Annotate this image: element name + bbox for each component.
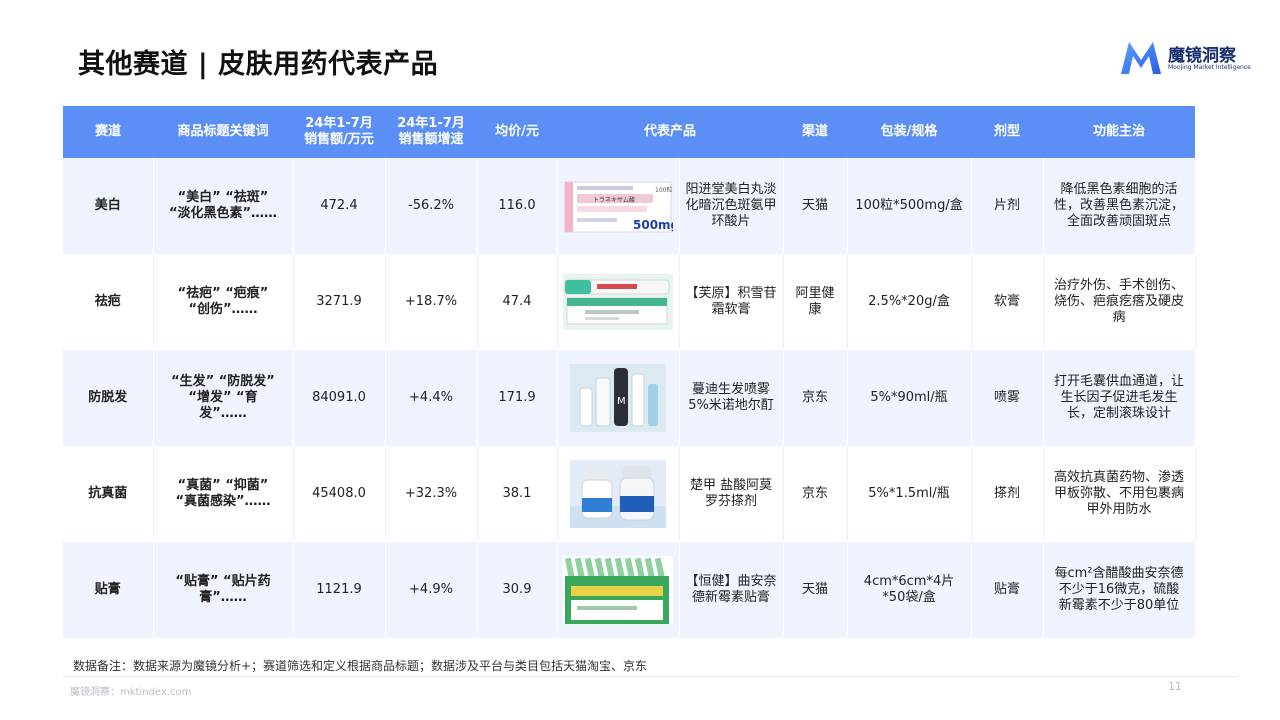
form-cell: 搽剂 <box>971 446 1044 542</box>
package-cell: 2.5%*20g/盒 <box>847 254 972 350</box>
function-cell: 每cm²含醋酸曲安奈德不少于16微克，硫酸新霉素不少于80单位 <box>1043 542 1196 638</box>
header-keywords: 商品标题关键词 <box>153 106 293 158</box>
price-cell: 30.9 <box>477 542 558 638</box>
svg-text:M: M <box>617 396 626 407</box>
product-image-plaster-box <box>563 556 673 624</box>
table-row: 祛疤 “祛疤” “疤痕” “创伤”…… 3271.9 +18.7% 47.4 【… <box>63 254 1196 350</box>
header-price: 均价/元 <box>477 106 557 158</box>
product-image-hair-spray: M <box>570 364 666 432</box>
product-image-cell <box>557 446 680 542</box>
price-cell: 47.4 <box>477 254 558 350</box>
keywords-cell: “生发” “防脱发” “增发” “育发”…… <box>153 350 294 446</box>
data-footnote: 数据备注：数据来源为魔镜分析+；赛道筛选和定义根据商品标题；数据涉及平台与类目包… <box>73 659 648 673</box>
product-image-scar-ointment <box>563 268 673 336</box>
keywords-cell: “祛疤” “疤痕” “创伤”…… <box>153 254 294 350</box>
products-table: 赛道 商品标题关键词 24年1-7月 销售额/万元 24年1-7月 销售额增速 … <box>63 106 1196 638</box>
function-cell: 降低黑色素细胞的活性，改善黑色素沉淀，全面改善顽固斑点 <box>1043 158 1196 254</box>
track-cell: 贴膏 <box>63 542 154 638</box>
footer-website: 魔镜洞察：mktindex.com <box>70 687 192 698</box>
price-cell: 38.1 <box>477 446 558 542</box>
growth-cell: -56.2% <box>385 158 478 254</box>
growth-cell: +4.4% <box>385 350 478 446</box>
package-cell: 4cm*6cm*4片*50袋/盒 <box>847 542 972 638</box>
price-cell: 116.0 <box>477 158 558 254</box>
product-name-cell: 楚甲 盐酸阿莫罗芬搽剂 <box>679 446 784 542</box>
sales-cell: 1121.9 <box>293 542 386 638</box>
product-name-cell: 【芙原】积雪苷霜软膏 <box>679 254 784 350</box>
sales-cell: 472.4 <box>293 158 386 254</box>
product-name-cell: 蔓迪生发喷雾5%米诺地尔酊 <box>679 350 784 446</box>
growth-cell: +32.3% <box>385 446 478 542</box>
header-form: 剂型 <box>971 106 1044 158</box>
table-header-row: 赛道 商品标题关键词 24年1-7月 销售额/万元 24年1-7月 销售额增速 … <box>63 106 1196 158</box>
keywords-cell: “贴膏” “贴片药膏”…… <box>153 542 294 638</box>
moojing-logo-icon <box>1121 42 1161 74</box>
product-image-cell: M <box>557 350 680 446</box>
package-cell: 100粒*500mg/盒 <box>847 158 972 254</box>
form-cell: 贴膏 <box>971 542 1044 638</box>
form-cell: 片剂 <box>971 158 1044 254</box>
track-cell: 美白 <box>63 158 154 254</box>
footer-divider <box>63 676 1238 677</box>
brand-name: 魔镜洞察 <box>1168 46 1236 66</box>
function-cell: 治疗外伤、手术创伤、烧伤、疤痕疙瘩及硬皮病 <box>1043 254 1196 350</box>
header-sales: 24年1-7月 销售额/万元 <box>293 106 385 158</box>
table-row: 防脱发 “生发” “防脱发” “增发” “育发”…… 84091.0 +4.4%… <box>63 350 1196 446</box>
price-cell: 171.9 <box>477 350 558 446</box>
channel-cell: 京东 <box>783 350 848 446</box>
keywords-cell: “真菌” “抑菌” “真菌感染”…… <box>153 446 294 542</box>
product-image-antifungal-bottles <box>570 460 666 528</box>
page-number: 11 <box>1168 680 1182 693</box>
track-cell: 祛疤 <box>63 254 154 350</box>
table-row: 贴膏 “贴膏” “贴片药膏”…… 1121.9 +4.9% 30.9 【恒健】曲… <box>63 542 1196 638</box>
sales-cell: 3271.9 <box>293 254 386 350</box>
header-track: 赛道 <box>63 106 153 158</box>
function-cell: 打开毛囊供血通道，让生长因子促进毛发生长，定制滚珠设计 <box>1043 350 1196 446</box>
header-package: 包装/规格 <box>847 106 972 158</box>
channel-cell: 天猫 <box>783 158 848 254</box>
product-image-whitening-tablets: 100粒 トラネキサム酸 500mg <box>563 172 673 240</box>
sales-cell: 45408.0 <box>293 446 386 542</box>
product-image-label: 100粒 <box>655 186 672 194</box>
page-title: 其他赛道 | 皮肤用药代表产品 <box>78 49 439 80</box>
growth-cell: +18.7% <box>385 254 478 350</box>
brand-logo: 魔镜洞察 Moojing Market Intelligence <box>1118 38 1251 78</box>
package-cell: 5%*90ml/瓶 <box>847 350 972 446</box>
channel-cell: 天猫 <box>783 542 848 638</box>
sales-cell: 84091.0 <box>293 350 386 446</box>
product-name-cell: 【恒健】曲安奈德新霉素贴膏 <box>679 542 784 638</box>
function-cell: 高效抗真菌药物、渗透甲板弥散、不用包裹病甲外用防水 <box>1043 446 1196 542</box>
keywords-cell: “美白” “祛斑” “淡化黑色素”…… <box>153 158 294 254</box>
track-cell: 防脱发 <box>63 350 154 446</box>
header-growth: 24年1-7月 销售额增速 <box>385 106 477 158</box>
product-image-cell <box>557 254 680 350</box>
product-name-cell: 阳进堂美白丸淡化暗沉色斑氨甲环酸片 <box>679 158 784 254</box>
product-image-cell: 100粒 トラネキサム酸 500mg <box>557 158 680 254</box>
product-image-cell <box>557 542 680 638</box>
brand-name-en: Moojing Market Intelligence <box>1168 64 1251 71</box>
product-image-label: トラネキサム酸 <box>593 196 635 204</box>
header-product: 代表产品 <box>557 106 784 158</box>
growth-cell: +4.9% <box>385 542 478 638</box>
channel-cell: 京东 <box>783 446 848 542</box>
track-cell: 抗真菌 <box>63 446 154 542</box>
form-cell: 喷雾 <box>971 350 1044 446</box>
package-cell: 5%*1.5ml/瓶 <box>847 446 972 542</box>
form-cell: 软膏 <box>971 254 1044 350</box>
table-row: 美白 “美白” “祛斑” “淡化黑色素”…… 472.4 -56.2% 116.… <box>63 158 1196 254</box>
channel-cell: 阿里健康 <box>783 254 848 350</box>
header-function: 功能主治 <box>1043 106 1196 158</box>
product-image-label: 500mg <box>633 218 673 232</box>
table-row: 抗真菌 “真菌” “抑菌” “真菌感染”…… 45408.0 +32.3% 38… <box>63 446 1196 542</box>
header-channel: 渠道 <box>783 106 848 158</box>
